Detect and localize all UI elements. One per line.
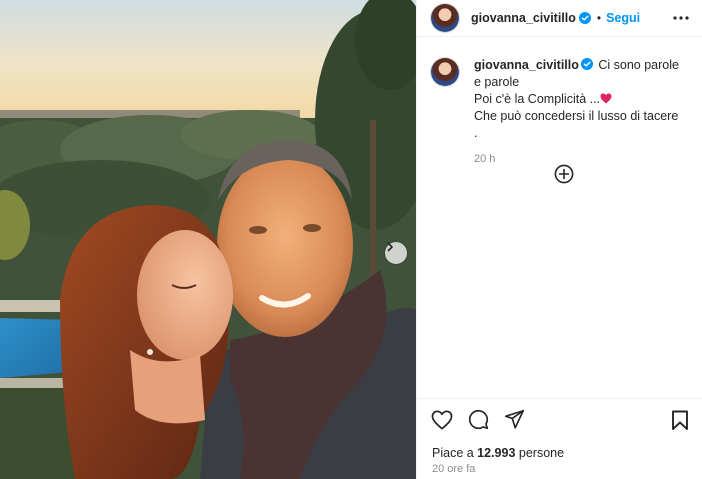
more-options-button[interactable]: [672, 9, 690, 27]
like-button[interactable]: [431, 409, 453, 431]
caption-line-3: Che può concedersi il lusso di tacere .: [474, 109, 679, 140]
bookmark-icon: [672, 410, 688, 430]
caption-avatar[interactable]: [431, 58, 459, 86]
heart-icon: [431, 410, 453, 429]
send-icon: [504, 409, 524, 429]
comment-button[interactable]: [467, 409, 489, 431]
carousel-next-button[interactable]: [385, 242, 407, 264]
caption-line-2: Poi c'è la Complicità ...: [474, 92, 601, 106]
header-username-link[interactable]: giovanna_civitillo: [471, 11, 576, 25]
follow-button[interactable]: Segui: [606, 11, 640, 25]
avatar[interactable]: [431, 4, 459, 32]
comment-icon: [468, 410, 488, 430]
verified-badge-icon: [580, 58, 593, 70]
post-header: giovanna_civitillo • Segui: [417, 0, 702, 37]
likes-suffix: persone: [515, 446, 565, 460]
plus-circle-icon: [554, 164, 574, 184]
verified-badge-icon: [578, 12, 591, 24]
caption-timestamp: 20 h: [474, 153, 496, 165]
likes-count[interactable]: Piace a 12.993 persone: [432, 446, 564, 460]
likes-number: 12.993: [477, 446, 516, 460]
more-options-icon: [673, 16, 689, 20]
heart-emoji-icon: [600, 93, 612, 104]
header-separator: •: [596, 11, 602, 25]
post-sidebar: giovanna_civitillo • Segui giovanna_civi…: [416, 0, 702, 479]
caption-body: giovanna_civitillo Ci sono parole e paro…: [474, 57, 684, 168]
save-button[interactable]: [669, 409, 691, 431]
post-timestamp: 20 ore fa: [432, 463, 476, 475]
caption: giovanna_civitillo Ci sono parole e paro…: [417, 37, 702, 168]
chevron-right-icon: [387, 242, 394, 252]
caption-username-link[interactable]: giovanna_civitillo: [474, 58, 579, 72]
post-photo[interactable]: [0, 0, 416, 479]
photo-illustration: [0, 0, 416, 479]
action-bar: [417, 398, 702, 440]
share-button[interactable]: [503, 409, 525, 431]
likes-prefix: Piace a: [432, 446, 478, 460]
add-comment-button[interactable]: [554, 164, 574, 184]
